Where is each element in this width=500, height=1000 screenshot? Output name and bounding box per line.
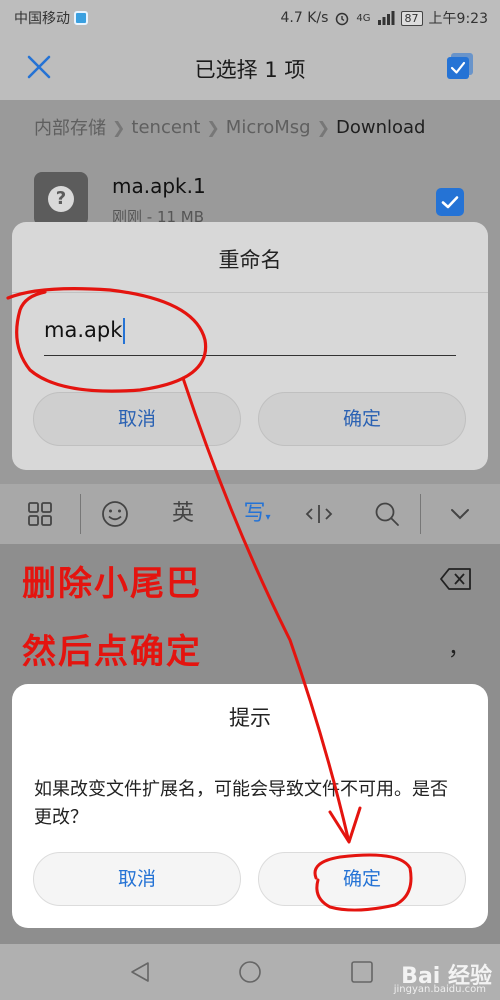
- toolbar-divider: [80, 494, 81, 534]
- emoji-icon[interactable]: [100, 498, 130, 530]
- grid-menu-icon[interactable]: [26, 498, 54, 530]
- cursor-move-icon[interactable]: [304, 498, 334, 530]
- chevron-right-icon: ❯: [112, 117, 126, 137]
- home-icon[interactable]: [238, 960, 262, 984]
- rename-confirm-button[interactable]: 确定: [258, 392, 466, 446]
- rename-dialog: 重命名 ma.apk 取消 确定: [12, 222, 488, 470]
- breadcrumb-item[interactable]: MicroMsg: [226, 117, 311, 138]
- network-speed: 4.7 K/s: [280, 10, 329, 26]
- handwriting-label: 写: [243, 501, 266, 526]
- prompt-confirm-button[interactable]: 确定: [258, 852, 466, 906]
- chevron-down-icon[interactable]: [446, 498, 474, 530]
- breadcrumb-current: Download: [335, 116, 426, 138]
- breadcrumb-item[interactable]: 内部存储: [34, 114, 106, 140]
- back-icon[interactable]: [128, 960, 152, 984]
- prompt-dialog-message: 如果改变文件扩展名，可能会导致文件不可用。是否更改？: [34, 779, 448, 828]
- question-mark-icon: ?: [48, 186, 74, 212]
- select-all-icon[interactable]: [446, 52, 474, 80]
- page-title: 已选择 1 项: [194, 58, 306, 82]
- annotation-line-1: 删除小尾巴: [22, 564, 202, 604]
- watermark-site: jingyan.baidu.com: [393, 984, 486, 995]
- breadcrumb-item[interactable]: tencent: [131, 117, 200, 138]
- search-icon[interactable]: [372, 498, 402, 530]
- unknown-file-icon: ?: [34, 172, 88, 226]
- chevron-right-icon: ❯: [316, 117, 330, 137]
- carrier: 中国移动: [14, 8, 88, 28]
- checkbox-checked-icon[interactable]: [436, 188, 464, 216]
- file-list-item[interactable]: ? ma.apk.1 刚刚 - 11 MB: [0, 160, 500, 230]
- filename-input-value: ma.apk: [44, 318, 123, 342]
- comma-key[interactable]: ，: [448, 630, 470, 662]
- prompt-cancel-button[interactable]: 取消: [33, 852, 241, 906]
- network-type: 4G: [356, 12, 371, 24]
- rename-dialog-title: 重命名: [218, 248, 282, 272]
- text-cursor: [123, 318, 126, 344]
- divider: [12, 292, 488, 293]
- clock: 上午9:23: [428, 11, 488, 27]
- handwriting-toggle[interactable]: 写▾: [236, 498, 278, 530]
- status-right: 4.7 K/s 4G 87 上午9:23: [281, 8, 488, 28]
- shield-icon: [74, 11, 88, 25]
- filename-input[interactable]: ma.apk: [44, 314, 456, 356]
- keyboard-toolbar: 英 写▾: [0, 484, 500, 544]
- battery-icon: 87: [400, 10, 423, 26]
- chevron-right-icon: ❯: [206, 117, 220, 137]
- prompt-dialog-title: 提示: [229, 706, 271, 730]
- carrier-label: 中国移动: [14, 11, 70, 27]
- recents-icon[interactable]: [350, 960, 374, 984]
- app-header: 已选择 1 项: [0, 34, 500, 100]
- annotation-line-2: 然后点确定: [22, 632, 202, 672]
- backspace-icon[interactable]: [440, 568, 472, 590]
- caret-down-icon: ▾: [265, 512, 271, 523]
- breadcrumb: 内部存储 ❯ tencent ❯ MicroMsg ❯ Download: [34, 114, 425, 140]
- confirm-extension-dialog: 提示 如果改变文件扩展名，可能会导致文件不可用。是否更改？ 取消 确定: [12, 684, 488, 928]
- file-name: ma.apk.1: [112, 174, 206, 198]
- rename-cancel-button[interactable]: 取消: [33, 392, 241, 446]
- language-toggle[interactable]: 英: [166, 498, 200, 530]
- alarm-icon: [336, 12, 349, 26]
- status-bar: 中国移动 4.7 K/s 4G 87 上午9:23: [0, 0, 500, 34]
- toolbar-divider: [420, 494, 421, 534]
- signal-icon: [377, 11, 395, 25]
